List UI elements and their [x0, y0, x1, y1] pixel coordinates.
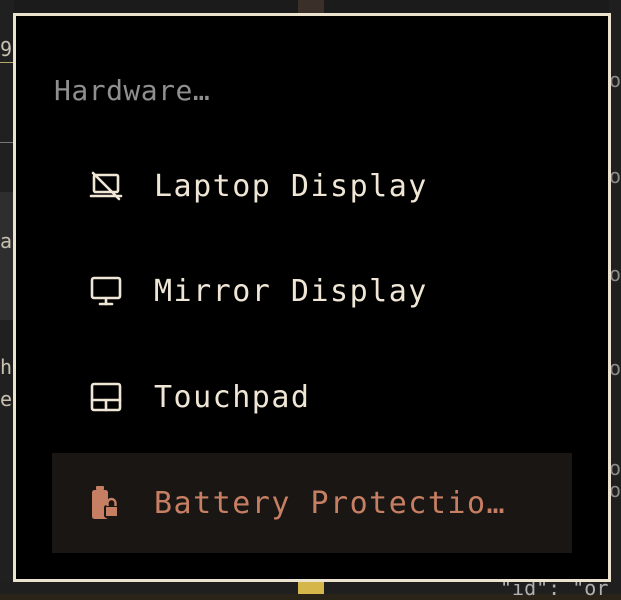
menu-item-label: Battery Protectio… — [154, 485, 507, 521]
menu-item-battery-protection[interactable]: Battery Protectio… — [52, 453, 572, 553]
menu-item-mirror-display[interactable]: Mirror Display — [52, 241, 572, 341]
background-text-fragment: a — [0, 230, 13, 252]
background-bottom-pane: "id": "or — [0, 576, 621, 600]
background-text-fragment: e — [0, 388, 13, 410]
background-marker — [298, 582, 324, 594]
background-divider — [0, 142, 14, 143]
menu-item-label: Touchpad — [154, 379, 311, 415]
menu-item-label: Laptop Display — [154, 168, 428, 204]
menu-item-laptop-display[interactable]: Laptop Display — [52, 136, 572, 236]
monitor-icon — [88, 273, 124, 309]
menu-item-label: Mirror Display — [154, 273, 428, 309]
menu-title: Hardware… — [54, 74, 211, 107]
menu-item-touchpad[interactable]: Touchpad — [52, 347, 572, 447]
battery-lock-icon — [88, 485, 124, 521]
background-text-fragment: h — [0, 356, 13, 378]
background-marker — [298, 0, 324, 14]
laptop-display-off-icon — [88, 168, 124, 204]
touchpad-icon — [88, 379, 124, 415]
background-highlight — [0, 192, 14, 320]
hardware-menu-popup: Hardware… Laptop Display Mirror Display — [13, 13, 611, 582]
background-text-fragment: 9 — [0, 38, 13, 60]
background-left-pane: 9 a h e — [0, 0, 14, 594]
